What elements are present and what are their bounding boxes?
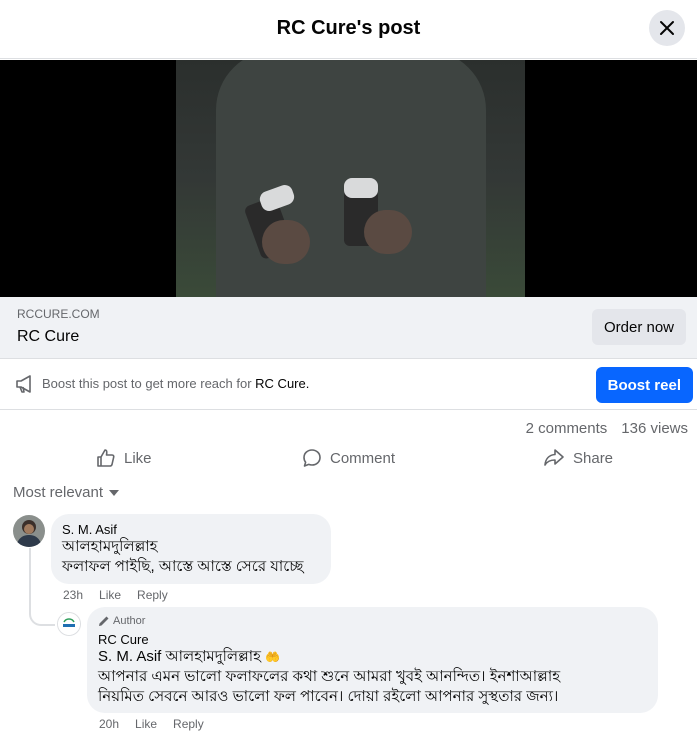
- rc-cure-logo-icon: [58, 613, 80, 635]
- pencil-icon: [99, 616, 109, 626]
- post-stats: 2 comments 136 views: [526, 420, 688, 437]
- reply-thread-line: [29, 548, 55, 626]
- comment-text-line: আপনার এমন ভালো ফলাফলের কথা শুনে আমরা খুব…: [98, 668, 561, 685]
- comment-text-line: আলহামদুলিল্লাহ: [62, 538, 158, 555]
- comment-reply-button[interactable]: Reply: [137, 588, 168, 602]
- comment-time[interactable]: 23h: [63, 588, 83, 602]
- comment-author[interactable]: RC Cure: [98, 632, 149, 647]
- user-avatar-icon: [13, 515, 45, 547]
- boost-text: Boost this post to get more reach for RC…: [42, 376, 310, 391]
- comment-reply-button[interactable]: Reply: [173, 717, 204, 731]
- comment-like-button[interactable]: Like: [99, 588, 121, 602]
- link-preview[interactable]: RCCURE.COM RC Cure Order now: [0, 297, 697, 358]
- comment-bubble: S. M. Asif আলহামদুলিল্লাহ ফলাফল পাইছি, আ…: [51, 514, 331, 584]
- share-icon: [544, 449, 564, 466]
- mention-link[interactable]: S. M. Asif: [98, 648, 161, 665]
- video-frame: [176, 60, 525, 297]
- praying-hands-emoji: 🤲: [265, 650, 281, 664]
- order-now-button[interactable]: Order now: [591, 309, 686, 345]
- thumbs-up-icon: [97, 449, 115, 467]
- comment-icon: [303, 449, 321, 467]
- comment-text-line: নিয়মিত সেবনে আরও ভালো ফল পাবেন। দোয়া র…: [98, 688, 559, 705]
- reel-video-player[interactable]: [0, 60, 697, 297]
- close-icon: [660, 21, 674, 35]
- close-button[interactable]: [649, 10, 685, 46]
- dialog-header: RC Cure's post: [0, 0, 697, 59]
- comment-bubble: Author RC Cure S. M. Asif আলহামদুলিল্লাহ…: [87, 607, 658, 713]
- share-button[interactable]: Share: [543, 440, 613, 476]
- author-badge: Author: [98, 615, 145, 627]
- comment-author[interactable]: S. M. Asif: [62, 522, 117, 537]
- comment-button[interactable]: Comment: [302, 440, 395, 476]
- boost-bar: Boost this post to get more reach for RC…: [0, 358, 697, 410]
- megaphone-icon: [16, 375, 31, 393]
- like-button[interactable]: Like: [96, 440, 152, 476]
- caret-down-icon: [109, 489, 120, 496]
- link-domain: RCCURE.COM: [17, 307, 100, 321]
- avatar[interactable]: [13, 515, 45, 547]
- boost-reel-button[interactable]: Boost reel: [595, 367, 693, 403]
- comment-count[interactable]: 2 comments: [526, 420, 608, 437]
- link-title: RC Cure: [17, 328, 80, 345]
- boost-page-name: RC Cure.: [255, 376, 310, 391]
- comment-text-line: S. M. Asif আলহামদুলিল্লাহ 🤲: [98, 648, 281, 665]
- view-count: 136 views: [621, 420, 688, 437]
- comment-time[interactable]: 20h: [99, 717, 119, 731]
- comment-text-line: ফলাফল পাইছি, আস্তে আস্তে সেরে যাচ্ছে: [62, 558, 304, 575]
- dialog-title: RC Cure's post: [276, 17, 421, 39]
- comment-meta: 20h Like Reply: [99, 717, 204, 731]
- comment-sort-dropdown[interactable]: Most relevant: [13, 484, 120, 501]
- avatar[interactable]: [57, 612, 81, 636]
- comment-like-button[interactable]: Like: [135, 717, 157, 731]
- comment-meta: 23h Like Reply: [63, 588, 168, 602]
- post-actions: Like Comment Share: [0, 440, 697, 476]
